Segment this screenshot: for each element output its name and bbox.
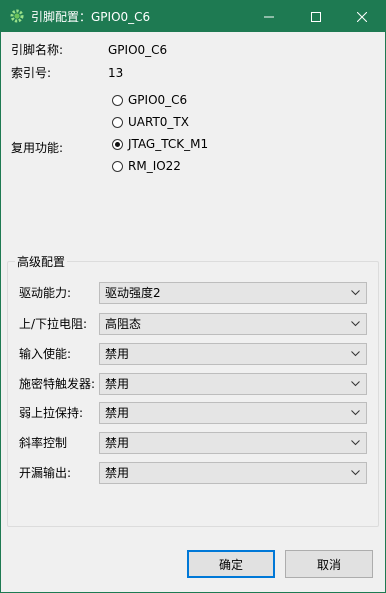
drive-strength-select[interactable]: 驱动强度2 [99, 282, 367, 304]
mux-option-rm-io[interactable]: RM_IO22 [112, 158, 181, 174]
advanced-config-title: 高级配置 [15, 255, 68, 269]
mux-option-gpio[interactable]: GPIO0_C6 [112, 92, 187, 108]
chevron-down-icon [351, 321, 360, 327]
radio-button[interactable] [112, 116, 123, 128]
minimize-icon [264, 16, 274, 17]
select-value: 高阻态 [105, 317, 142, 331]
mux-function-label: 复用功能: [11, 141, 64, 155]
close-icon [357, 11, 367, 22]
chevron-down-icon [351, 440, 360, 446]
ok-button[interactable]: 确定 [187, 550, 275, 578]
slew-rate-label: 斜率控制 [19, 436, 68, 450]
mux-option-label: JTAG_TCK_M1 [128, 137, 209, 151]
mux-option-jtag[interactable]: JTAG_TCK_M1 [112, 136, 208, 152]
close-button[interactable] [339, 1, 385, 32]
schmitt-trigger-label: 施密特触发器: [19, 377, 96, 391]
select-value: 禁用 [105, 466, 130, 480]
mux-option-label: UART0_TX [128, 115, 189, 129]
select-value: 禁用 [105, 347, 130, 361]
select-value: 驱动强度2 [105, 286, 161, 300]
cancel-button[interactable]: 取消 [285, 550, 373, 578]
chevron-down-icon [351, 410, 360, 416]
mux-option-uart[interactable]: UART0_TX [112, 114, 189, 130]
open-drain-label: 开漏输出: [19, 466, 72, 480]
index-label: 索引号: [11, 66, 52, 80]
pull-resistor-select[interactable]: 高阻态 [99, 313, 367, 335]
input-enable-select[interactable]: 禁用 [99, 343, 367, 365]
maximize-button[interactable] [293, 1, 339, 32]
chevron-down-icon [351, 290, 360, 296]
radio-button[interactable] [112, 94, 123, 106]
radio-button-selected[interactable] [112, 138, 123, 150]
chevron-down-icon [351, 470, 360, 476]
select-value: 禁用 [105, 377, 130, 391]
select-value: 禁用 [105, 406, 130, 420]
gear-icon [9, 8, 25, 24]
radio-button[interactable] [112, 160, 123, 172]
drive-strength-label: 驱动能力: [19, 286, 72, 300]
input-enable-label: 输入使能: [19, 347, 72, 361]
chevron-down-icon [351, 381, 360, 387]
title-bar: 引脚配置：GPIO0_C6 [1, 1, 385, 32]
weak-pullup-keep-label: 弱上拉保持: [19, 406, 84, 420]
select-value: 禁用 [105, 436, 130, 450]
pull-resistor-label: 上/下拉电阻: [19, 317, 88, 331]
pin-config-dialog: 引脚配置：GPIO0_C6 引脚名称: GPIO0_C6 索引号: 13 复用功… [0, 0, 386, 593]
minimize-button[interactable] [246, 1, 292, 32]
schmitt-trigger-select[interactable]: 禁用 [99, 373, 367, 395]
chevron-down-icon [351, 351, 360, 357]
pin-name-value: GPIO0_C6 [108, 43, 168, 57]
mux-option-label: GPIO0_C6 [128, 93, 188, 107]
pin-name-label: 引脚名称: [11, 43, 64, 57]
weak-pullup-keep-select[interactable]: 禁用 [99, 402, 367, 424]
index-value: 13 [108, 66, 124, 80]
mux-option-label: RM_IO22 [128, 159, 181, 173]
open-drain-select[interactable]: 禁用 [99, 462, 367, 484]
maximize-icon [311, 11, 321, 22]
window-title: 引脚配置：GPIO0_C6 [31, 10, 151, 24]
slew-rate-select[interactable]: 禁用 [99, 432, 367, 454]
